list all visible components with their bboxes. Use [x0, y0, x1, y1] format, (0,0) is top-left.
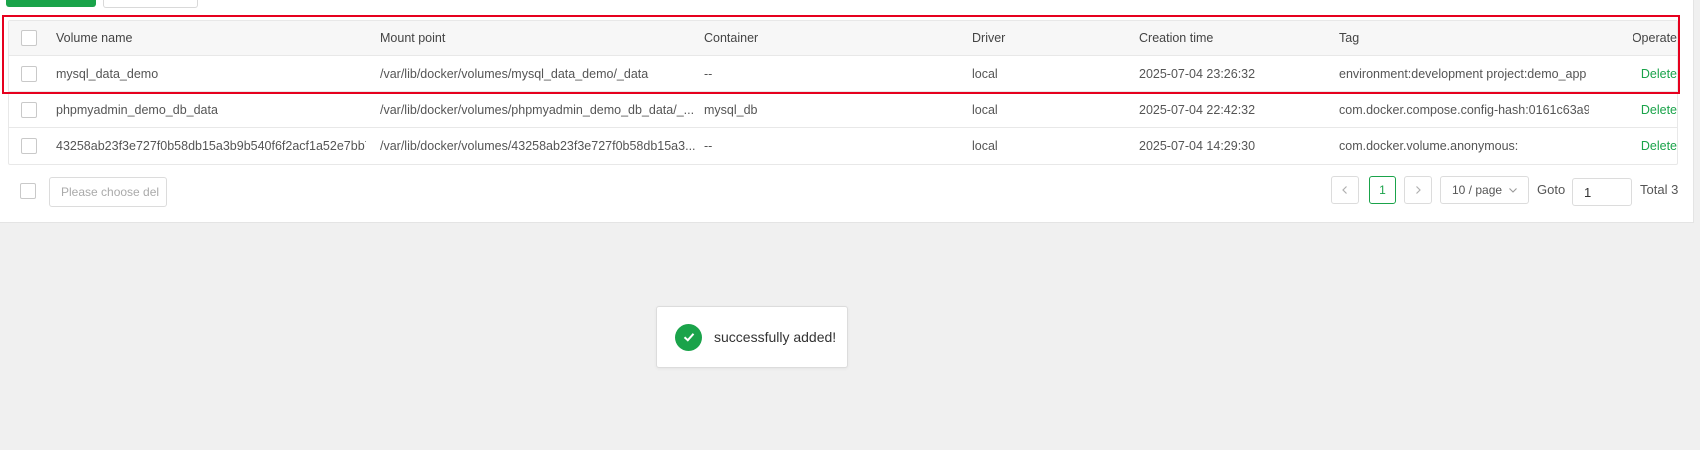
volume-name-cell: 43258ab23f3e727f0b58db15a3b9b540f6f2acf1…: [56, 139, 366, 153]
tag-cell: com.docker.compose.config-hash:0161c63a9…: [1339, 102, 1589, 117]
create-volume-button[interactable]: [6, 0, 96, 7]
chevron-right-icon: [1416, 186, 1421, 194]
mount-point-cell: /var/lib/docker/volumes/mysql_data_demo/…: [380, 66, 649, 81]
operate-cell: Delete: [1633, 56, 1677, 91]
container-cell: mysql_db: [704, 102, 758, 117]
secondary-toolbar-button[interactable]: [103, 0, 198, 8]
header-creation-time: Creation time: [1139, 31, 1214, 45]
goto-page-input[interactable]: 1: [1572, 178, 1632, 206]
mount-point-cell: /var/lib/docker/volumes/phpmyadmin_demo_…: [380, 102, 695, 117]
toast-message: successfully added!: [714, 329, 837, 345]
row-checkbox[interactable]: [21, 138, 37, 154]
goto-label: Goto: [1537, 182, 1566, 197]
volume-panel: Volume name Mount point Container Driver…: [0, 0, 1694, 223]
operate-cell: Delete: [1633, 92, 1677, 127]
header-volume-name: Volume name: [56, 31, 133, 45]
total-count: Total 3: [1640, 182, 1679, 197]
row-checkbox[interactable]: [21, 101, 37, 118]
operate-cell: Delete: [1633, 128, 1677, 164]
header-checkbox-cell: [21, 21, 41, 55]
container-cell: --: [704, 66, 713, 81]
creation-time-cell: 2025-07-04 14:29:30: [1139, 139, 1256, 153]
next-page-button[interactable]: [1404, 176, 1432, 204]
row-checkbox-cell: [21, 92, 41, 127]
creation-time-cell: 2025-07-04 22:42:32: [1139, 102, 1256, 117]
volume-name-cell: phpmyadmin_demo_db_data: [56, 102, 218, 117]
table-row: phpmyadmin_demo_db_data /var/lib/docker/…: [9, 92, 1677, 128]
batch-delete-select[interactable]: Please choose del: [49, 177, 167, 207]
check-icon: [683, 333, 694, 342]
table-row: mysql_data_demo /var/lib/docker/volumes/…: [9, 56, 1677, 92]
driver-cell: local: [972, 102, 998, 117]
delete-link[interactable]: Delete: [1641, 103, 1677, 117]
header-operate: Operate: [1633, 31, 1677, 45]
container-cell: --: [704, 139, 713, 153]
creation-time-cell: 2025-07-04 23:26:32: [1139, 66, 1256, 81]
tag-cell: com.docker.volume.anonymous:: [1339, 139, 1519, 153]
row-checkbox[interactable]: [21, 65, 37, 82]
driver-cell: local: [972, 66, 998, 81]
driver-cell: local: [972, 139, 998, 153]
delete-link[interactable]: Delete: [1641, 67, 1677, 81]
page-number-button[interactable]: 1: [1369, 176, 1396, 204]
page-size-value: 10 / page: [1452, 183, 1503, 197]
header-driver: Driver: [972, 31, 1006, 45]
table-header-row: Volume name Mount point Container Driver…: [9, 21, 1677, 56]
table-row: 43258ab23f3e727f0b58db15a3b9b540f6f2acf1…: [9, 128, 1677, 164]
success-toast: successfully added!: [656, 306, 848, 368]
mount-point-cell: /var/lib/docker/volumes/43258ab23f3e727f…: [380, 139, 695, 153]
prev-page-button[interactable]: [1331, 176, 1359, 204]
delete-link[interactable]: Delete: [1641, 139, 1677, 153]
header-container: Container: [704, 31, 759, 45]
header-mount-point: Mount point: [380, 31, 446, 45]
page-size-select[interactable]: 10 / page: [1440, 176, 1529, 204]
header-tag: Tag: [1339, 31, 1360, 45]
row-checkbox-cell: [21, 128, 41, 164]
tag-cell: environment:development project:demo_app: [1339, 66, 1587, 81]
footer-select-checkbox[interactable]: [20, 183, 36, 199]
volume-name-cell: mysql_data_demo: [56, 66, 159, 81]
select-all-checkbox[interactable]: [21, 30, 37, 46]
volume-table: Volume name Mount point Container Driver…: [8, 20, 1678, 165]
chevron-down-icon: [1509, 188, 1517, 193]
row-checkbox-cell: [21, 56, 41, 91]
chevron-left-icon: [1342, 186, 1347, 194]
check-circle-icon: [675, 323, 702, 351]
